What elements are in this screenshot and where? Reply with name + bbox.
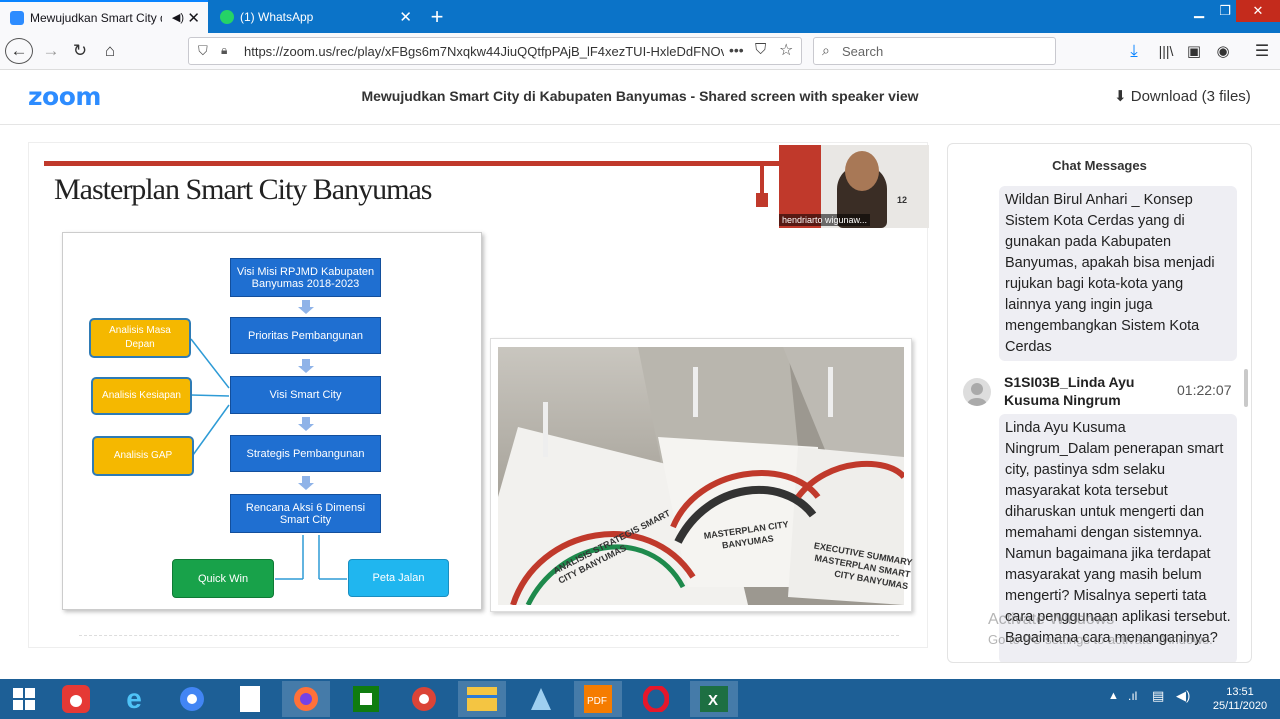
shield-icon[interactable]: ⛉ [198,43,208,59]
foxit-pdf-icon[interactable]: PDF [574,681,622,717]
zoom-logo[interactable]: zoom [28,82,101,111]
tray-chevron-up-icon[interactable]: ▲ [1108,690,1119,702]
activate-windows-hint: Go to PC settings to activate Windows. [988,632,1213,647]
address-bar[interactable]: ⛉ 🔒︎ https://zoom.us/rec/play/xFBgs6m7Nx… [188,37,802,65]
lock-icon[interactable]: 🔒︎ [221,43,227,58]
speaker-face [845,151,879,191]
reload-icon[interactable]: ↻ [66,38,94,64]
recording-title: Mewujudkan Smart City di Kabupaten Banyu… [361,88,919,104]
app-red-paw-icon[interactable] [52,681,100,717]
activate-windows-watermark: Activate Windows [988,611,1115,628]
chat-scrollbar[interactable] [1244,369,1248,407]
svg-text:X: X [708,692,718,709]
whatsapp-icon [220,9,234,24]
bookmark-star-icon[interactable]: ☆ [779,40,793,60]
slide-page-badge: 12 [897,195,908,205]
chat-message-bubble: Wildan Birul Anhari _ Konsep Sistem Kota… [999,186,1237,361]
pocket-icon[interactable]: ⛉ [755,41,766,58]
flow-box-prioritas: Prioritas Pembangunan [230,317,381,354]
download-button[interactable]: ⬇ Download (3 files) [1114,87,1251,105]
excel-icon[interactable]: X [690,681,738,717]
avatar [963,378,991,406]
network-icon[interactable]: ▤ [1152,688,1164,704]
clock-time: 13:51 [1226,686,1254,698]
input-box-gap: Analisis GAP [92,436,194,476]
navigation-bar: ← → ↻ ⌂ ⛉ 🔒︎ https://zoom.us/rec/play/xF… [0,33,1280,70]
tower-logo-icon [756,165,768,209]
tab-whatsapp[interactable]: (1) WhatsApp ✕ [210,0,420,33]
close-tab-icon[interactable]: ✕ [187,9,200,27]
firefox-icon[interactable] [282,681,330,717]
windows-taskbar: e PDF X ▲ .ıl ▤ ◀) 13:51 25/11/2020 [0,679,1280,719]
slide-accent-line [44,161,784,166]
masterplan-books-photo: ANALISIS STRATEGIS SMART CITY BANYUMAS M… [490,338,913,612]
download-icon[interactable]: ⤓ [1120,38,1148,64]
signal-strength-icon[interactable]: .ıl [1128,689,1137,703]
library-icon[interactable]: |||\ [1152,38,1180,64]
search-icon: ⌕ [822,42,830,58]
tab-label: Mewujudkan Smart City di I [30,10,162,25]
tab-zoom-recording[interactable]: Mewujudkan Smart City di I ◀) ✕ [0,0,208,33]
input-box-kesiapan: Analisis Kesiapan [91,377,192,415]
system-clock[interactable]: 13:51 25/11/2020 [1200,685,1280,713]
chrome-icon[interactable] [168,681,216,717]
back-arrow-icon[interactable]: ← [5,38,33,64]
new-tab-button[interactable]: + [424,0,450,33]
close-tab-icon[interactable]: ✕ [399,8,412,26]
speaker-icon[interactable]: ◀) [172,11,184,24]
chat-sender-name: S1SI03B_Linda Ayu Kusuma Ningrum [1004,374,1135,408]
zoom-header: zoom Mewujudkan Smart City di Kabupaten … [0,70,1280,125]
more-actions-icon[interactable]: ••• [729,42,744,58]
internet-explorer-icon[interactable]: e [110,681,158,717]
notes-app-icon[interactable] [516,681,564,717]
forward-arrow-icon[interactable]: → [37,38,65,64]
search-input[interactable]: ⌕ Search [813,37,1056,65]
home-icon[interactable]: ⌂ [96,38,124,64]
zoom-favicon-icon [10,10,24,25]
tab-label: (1) WhatsApp [240,9,314,24]
slide-title: Masterplan Smart City Banyumas [54,173,432,206]
download-arrow-icon: ⬇ [1114,88,1127,105]
store-icon[interactable] [342,681,390,717]
input-box-masa-depan: Analisis Masa Depan [89,318,191,358]
clock-date: 25/11/2020 [1212,700,1268,712]
url-text[interactable]: https://zoom.us/rec/play/xFBgs6m7Nxqkw44… [244,44,724,59]
output-box-quick-win: Quick Win [172,559,274,598]
shared-screen-video[interactable]: Masterplan Smart City Banyumas Visi Misi… [28,142,929,648]
speaker-video-thumbnail[interactable]: 12 hendriarto wigunaw... [779,145,929,228]
flow-box-visi-smart-city: Visi Smart City [230,376,381,414]
video-bottom-divider [79,635,899,636]
file-explorer-icon[interactable] [458,681,506,717]
search-placeholder: Search [842,44,884,59]
chat-title: Chat Messages [1052,158,1147,173]
flow-box-rencana-aksi: Rencana Aksi 6 Dimensi Smart City [230,494,381,533]
sidebar-icon[interactable]: ▣ [1180,38,1208,64]
flow-box-visi-misi: Visi Misi RPJMD Kabupaten Banyumas 2018-… [230,258,381,297]
chat-panel[interactable]: Chat Messages Wildan Birul Anhari _ Kons… [947,143,1252,663]
opera-icon[interactable] [632,681,680,717]
svg-text:PDF: PDF [587,696,607,707]
windows-start-icon[interactable] [0,681,48,717]
chat-timestamp[interactable]: 01:22:07 [1177,382,1232,398]
flowchart-panel: Visi Misi RPJMD Kabupaten Banyumas 2018-… [62,232,482,610]
chrome-icon[interactable] [400,681,448,717]
speaker-name-label: hendriarto wigunaw... [779,214,871,226]
browser-tab-strip: Mewujudkan Smart City di I ◀) ✕ (1) What… [0,0,1280,33]
file-icon[interactable] [226,681,274,717]
menu-icon[interactable]: ☰ [1248,38,1276,64]
download-label: Download (3 files) [1130,88,1251,105]
account-icon[interactable]: ◉ [1209,38,1237,64]
close-window-icon[interactable]: ✕ [1236,0,1280,22]
flow-box-strategis: Strategis Pembangunan [230,435,381,472]
output-box-peta-jalan: Peta Jalan [348,559,449,597]
volume-icon[interactable]: ◀) [1176,688,1190,704]
